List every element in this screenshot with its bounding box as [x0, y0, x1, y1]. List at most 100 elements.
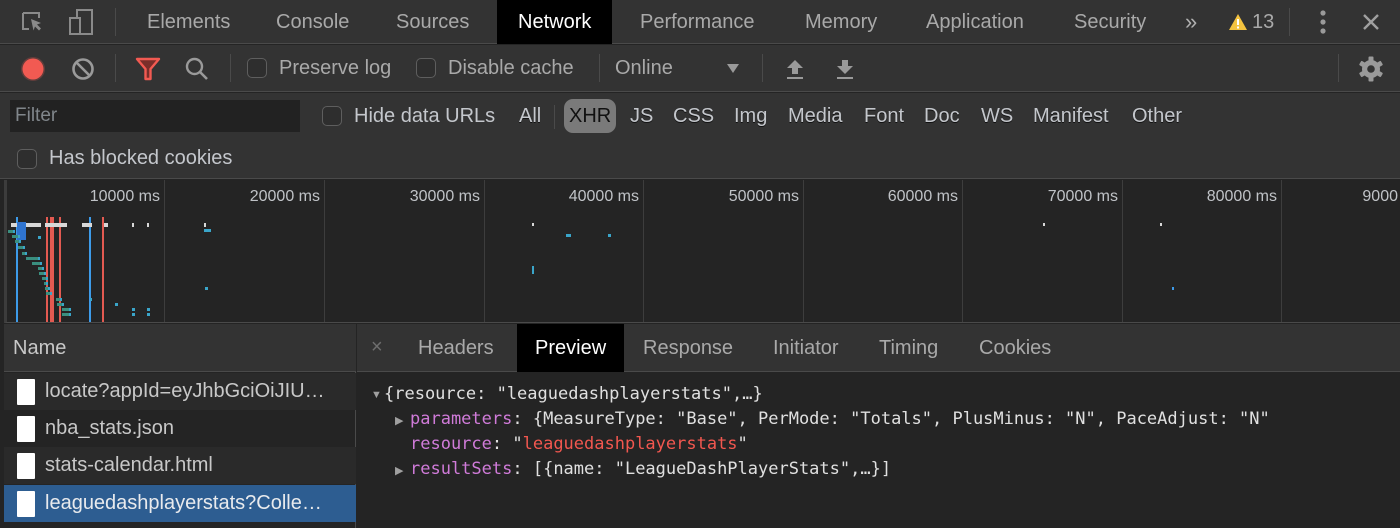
- tab-memory[interactable]: Memory: [784, 0, 898, 44]
- close-devtools-icon[interactable]: [1356, 0, 1386, 44]
- waterfall-bar: [38, 236, 41, 239]
- type-filter-other[interactable]: Other: [1128, 99, 1186, 133]
- tick-label: 20000 ms: [249, 188, 320, 205]
- has-blocked-cookies-checkbox[interactable]: [17, 149, 37, 169]
- search-button[interactable]: [182, 45, 212, 92]
- preview-string-value: leaguedashplayerstats: [522, 434, 738, 454]
- request-row-selected[interactable]: leaguedashplayerstats?Colle…: [4, 485, 356, 522]
- more-tabs-button[interactable]: »: [1175, 0, 1207, 44]
- waterfall-bar: [38, 257, 40, 260]
- tick-label: 70000 ms: [1047, 188, 1118, 205]
- type-filter-all[interactable]: All: [515, 99, 545, 133]
- type-filter-font[interactable]: Font: [860, 99, 908, 133]
- record-button[interactable]: [18, 45, 48, 92]
- type-filter-ws[interactable]: WS: [977, 99, 1017, 133]
- request-row[interactable]: locate?appId=eyJhbGciOiJIU…: [4, 373, 356, 410]
- detail-tab-bar: × Headers Preview Response Initiator Tim…: [357, 324, 1400, 372]
- tab-sources[interactable]: Sources: [375, 0, 490, 44]
- expand-triangle-icon[interactable]: ▶: [395, 464, 403, 477]
- name-column-header[interactable]: Name: [4, 324, 356, 372]
- request-list: Name locate?appId=eyJhbGciOiJIU… nba_sta…: [4, 324, 356, 528]
- request-bar: [204, 223, 206, 227]
- tick-label: 60000 ms: [887, 188, 958, 205]
- hide-data-urls-label[interactable]: Hide data URLs: [354, 105, 495, 128]
- preview-value: {MeasureType: "Base", PerMode: "Totals",…: [532, 409, 1270, 429]
- type-filter-js[interactable]: JS: [626, 99, 657, 133]
- request-detail-pane: × Headers Preview Response Initiator Tim…: [357, 324, 1400, 528]
- expand-triangle-icon[interactable]: ▶: [395, 414, 403, 427]
- waterfall-bar: [42, 267, 44, 270]
- preview-colon: : ": [491, 434, 523, 454]
- request-name: leaguedashplayerstats?Colle…: [45, 492, 322, 514]
- collapse-triangle-icon[interactable]: ▼: [371, 389, 382, 401]
- tab-preview[interactable]: Preview: [517, 324, 625, 372]
- waterfall-bar: [26, 257, 38, 260]
- waterfall-bar: [62, 313, 69, 316]
- load-line: [59, 217, 61, 322]
- file-icon: [17, 452, 35, 479]
- type-filter-img[interactable]: Img: [730, 99, 771, 133]
- network-overview-timeline[interactable]: 10000 ms 20000 ms 30000 ms 40000 ms 5000…: [4, 180, 1400, 323]
- filter-bar: Hide data URLs All XHR JS CSS Img Media …: [0, 93, 1400, 179]
- type-filter-manifest[interactable]: Manifest: [1029, 99, 1113, 133]
- import-har-button[interactable]: [780, 45, 810, 92]
- request-bar: [1043, 223, 1045, 226]
- preserve-log-label[interactable]: Preserve log: [279, 57, 391, 80]
- preview-root-summary[interactable]: {resource: "leaguedashplayerstats",…}: [384, 384, 763, 404]
- close-detail-icon[interactable]: ×: [371, 324, 383, 372]
- waterfall-bar: [69, 308, 71, 311]
- tab-application[interactable]: Application: [905, 0, 1045, 44]
- more-options-icon[interactable]: [1308, 0, 1338, 44]
- waterfall-bar: [23, 246, 25, 249]
- tab-response[interactable]: Response: [625, 324, 751, 372]
- divider: [599, 54, 600, 82]
- waterfall-bar: [32, 262, 40, 265]
- type-filter-doc[interactable]: Doc: [920, 99, 964, 133]
- preview-key: resource: [410, 434, 492, 454]
- request-row[interactable]: stats-calendar.html: [4, 447, 356, 484]
- clear-button[interactable]: [68, 45, 98, 92]
- tab-performance[interactable]: Performance: [619, 0, 776, 44]
- request-bar: [104, 223, 108, 227]
- request-row[interactable]: nba_stats.json: [4, 410, 356, 447]
- request-bar: [45, 223, 67, 227]
- tab-security[interactable]: Security: [1053, 0, 1167, 44]
- type-filter-xhr[interactable]: XHR: [564, 99, 617, 133]
- tab-console[interactable]: Console: [255, 0, 370, 44]
- device-toolbar-icon[interactable]: [64, 0, 98, 44]
- type-filter-media[interactable]: Media: [784, 99, 846, 133]
- tab-cookies[interactable]: Cookies: [961, 324, 1069, 372]
- type-filter-css[interactable]: CSS: [669, 99, 718, 133]
- disable-cache-checkbox[interactable]: [416, 58, 436, 78]
- file-icon: [17, 378, 35, 405]
- filter-input[interactable]: [10, 100, 300, 132]
- filter-toggle-button[interactable]: [133, 45, 163, 92]
- divider: [1289, 8, 1290, 36]
- disable-cache-label[interactable]: Disable cache: [448, 57, 574, 80]
- devtools-tab-bar: Elements Console Sources Network Perform…: [0, 0, 1400, 44]
- export-har-button[interactable]: [830, 45, 860, 92]
- preview-colon: :: [512, 459, 533, 479]
- waterfall-bar: [90, 298, 92, 301]
- tab-headers[interactable]: Headers: [400, 324, 512, 372]
- tab-timing[interactable]: Timing: [861, 324, 956, 372]
- preview-line-parameters[interactable]: parameters: {MeasureType: "Base", PerMod…: [410, 409, 1270, 429]
- preview-line-resultsets[interactable]: resultSets: [{name: "LeagueDashPlayerSta…: [410, 459, 891, 479]
- load-line: [50, 217, 54, 322]
- preserve-log-checkbox[interactable]: [247, 58, 267, 78]
- network-settings-button[interactable]: [1355, 45, 1387, 92]
- throttling-select[interactable]: Online: [612, 45, 752, 92]
- tab-initiator[interactable]: Initiator: [755, 324, 857, 372]
- has-blocked-cookies-label[interactable]: Has blocked cookies: [49, 147, 232, 170]
- hide-data-urls-checkbox[interactable]: [322, 106, 342, 126]
- inspect-element-icon[interactable]: [16, 0, 50, 44]
- warnings-button[interactable]: 13: [1228, 0, 1288, 44]
- waterfall-bar: [48, 287, 50, 290]
- grid-line: [643, 180, 644, 322]
- grid-line: [803, 180, 804, 322]
- tab-network[interactable]: Network: [497, 0, 613, 44]
- warning-icon: [1229, 14, 1247, 30]
- tab-elements[interactable]: Elements: [126, 0, 251, 44]
- waterfall-bar: [25, 252, 27, 255]
- waterfall-bar: [13, 230, 15, 233]
